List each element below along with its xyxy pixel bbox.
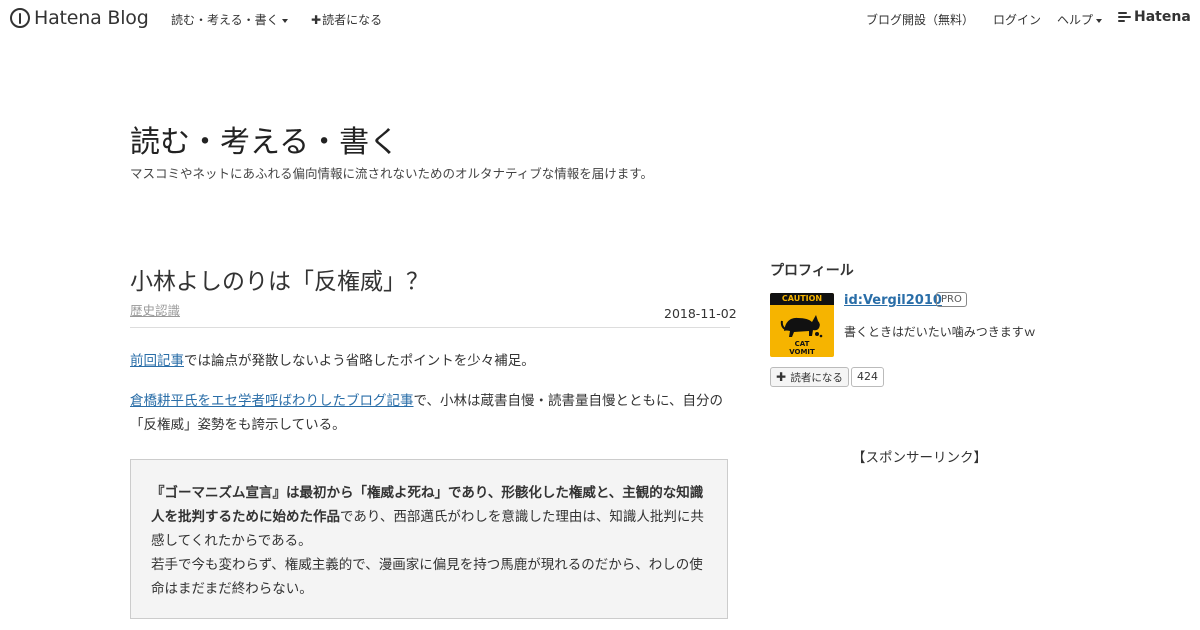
previous-article-link[interactable]: 前回記事 bbox=[130, 353, 184, 369]
blog-description: マスコミやネットにあふれる偏向情報に流されないためのオルタナティブな情報を届けま… bbox=[130, 166, 654, 181]
profile-title: プロフィール bbox=[770, 263, 854, 279]
hatena-icon bbox=[1118, 12, 1131, 22]
login-link[interactable]: ログイン bbox=[993, 11, 1041, 28]
header-subscribe-label: 読者になる bbox=[322, 13, 383, 27]
sponsor-label: 【スポンサーリンク】 bbox=[852, 450, 987, 466]
entry-date[interactable]: 2018-11-02 bbox=[664, 306, 737, 321]
chevron-down-icon bbox=[281, 18, 288, 23]
entry-paragraph: 前回記事では論点が発散しないよう省略したポイントを少々補足。 bbox=[130, 349, 730, 373]
chevron-down-icon bbox=[1096, 18, 1103, 23]
avatar-caution-label: CAUTION bbox=[770, 293, 834, 305]
header-subscribe-button[interactable]: ✚読者になる bbox=[311, 11, 382, 28]
profile-description: 書くときはだいたい噛みつきますｗ bbox=[844, 325, 1036, 339]
hatena-blog-logo-icon bbox=[10, 8, 30, 28]
plus-icon: ✚ bbox=[311, 13, 322, 27]
blog-menu-dropdown[interactable]: 読む・考える・書く bbox=[171, 11, 288, 28]
help-dropdown[interactable]: ヘルプ bbox=[1057, 11, 1103, 28]
entry-divider bbox=[130, 327, 730, 328]
hatena-blog-logo[interactable]: Hatena Blog bbox=[10, 7, 149, 29]
pro-badge: PRO bbox=[936, 292, 967, 307]
hatena-blog-logo-text: Hatena Blog bbox=[34, 7, 149, 29]
entry-paragraph: 倉橋耕平氏をエセ学者呼ばわりしたブログ記事で、小林は蔵書自慢・読書量自慢とともに… bbox=[130, 389, 730, 437]
avatar-bottom-label: CAT VOMIT bbox=[770, 340, 834, 356]
blockquote: 『ゴーマニズム宣言』は最初から「権威よ死ね」であり、形骸化した権威と、主観的な知… bbox=[130, 459, 728, 619]
quote-text-line2: 若手で今も変わらず、権威主義的で、漫画家に偏見を持つ馬鹿が現れるのだから、わしの… bbox=[151, 557, 703, 597]
entry-body: 前回記事では論点が発散しないよう省略したポイントを少々補足。 倉橋耕平氏をエセ学… bbox=[130, 349, 730, 453]
start-blog-link[interactable]: ブログ開設（無料） bbox=[866, 11, 974, 28]
profile-subscribe-button[interactable]: ✚ 読者になる bbox=[770, 367, 849, 387]
avatar-bottom-line1: CAT bbox=[794, 340, 810, 348]
plus-icon: ✚ bbox=[776, 370, 787, 384]
profile-subscribe-label: 読者になる bbox=[790, 372, 843, 384]
blog-title[interactable]: 読む・考える・書く bbox=[130, 117, 399, 161]
profile-id-link[interactable]: id:Vergil2010 bbox=[844, 293, 942, 308]
entry-title[interactable]: 小林よしのりは「反権威」？ bbox=[130, 262, 429, 296]
paragraph-text: では論点が発散しないよう省略したポイントを少々補足。 bbox=[184, 353, 535, 369]
cat-icon bbox=[780, 315, 823, 338]
entry-category-link[interactable]: 歴史認識 bbox=[130, 300, 180, 319]
hatena-menu[interactable]: Hatena bbox=[1118, 9, 1191, 25]
global-header: Hatena Blog 読む・考える・書く ✚読者になる ブログ開設（無料） ロ… bbox=[0, 0, 1200, 36]
avatar[interactable]: CAUTION CAT VOMIT bbox=[770, 293, 834, 357]
subscriber-count[interactable]: 424 bbox=[851, 367, 884, 387]
blog-menu-label: 読む・考える・書く bbox=[171, 13, 279, 27]
blog-article-link[interactable]: 倉橋耕平氏をエセ学者呼ばわりしたブログ記事 bbox=[130, 393, 414, 409]
help-label: ヘルプ bbox=[1057, 13, 1094, 27]
avatar-bottom-line2: VOMIT bbox=[789, 348, 815, 356]
hatena-label: Hatena bbox=[1134, 9, 1191, 25]
